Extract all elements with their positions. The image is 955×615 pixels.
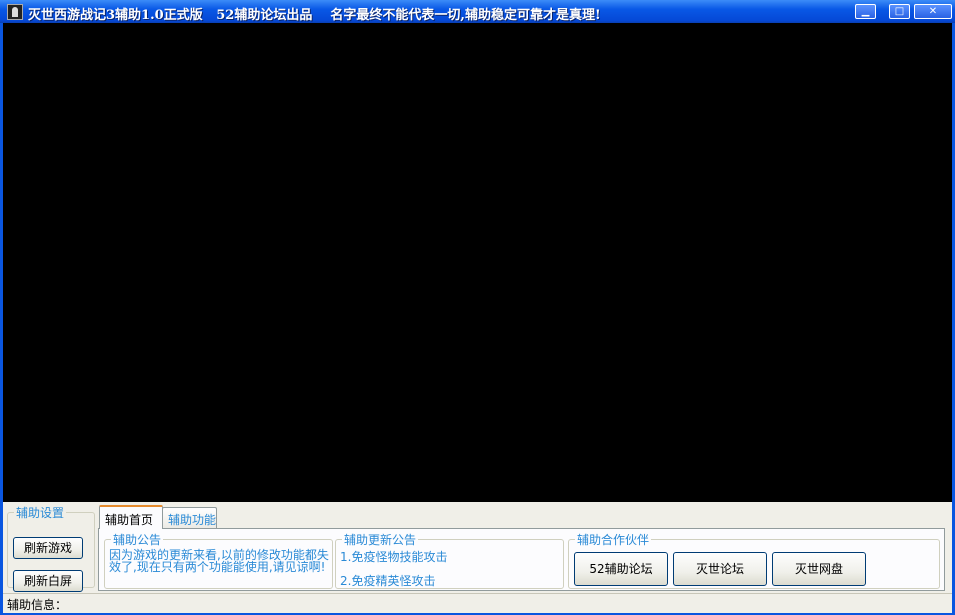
client-area: 辅助设置 刷新游戏 刷新白屏 辅助首页 辅助功能 辅助公告 因为游戏的更新来看,… bbox=[3, 23, 952, 613]
main-window: 灭世西游战记3辅助1.0正式版 52辅助论坛出品 名字最终不能代表一切,辅助稳定… bbox=[0, 0, 955, 615]
status-label: 辅助信息： bbox=[7, 598, 68, 612]
minimize-icon: ▁ bbox=[861, 6, 870, 17]
window-title: 灭世西游战记3辅助1.0正式版 52辅助论坛出品 名字最终不能代表一切,辅助稳定… bbox=[28, 8, 601, 23]
update-item: 1.免疫怪物技能攻击 bbox=[340, 550, 448, 564]
control-panel: 辅助设置 刷新游戏 刷新白屏 辅助首页 辅助功能 辅助公告 因为游戏的更新来看,… bbox=[3, 502, 952, 613]
refresh-game-button[interactable]: 刷新游戏 bbox=[13, 537, 83, 559]
partner-52-forum-button[interactable]: 52辅助论坛 bbox=[574, 552, 668, 586]
minimize-button[interactable]: ▁ bbox=[855, 4, 876, 19]
partner-mieshi-netdisk-button[interactable]: 灭世网盘 bbox=[772, 552, 866, 586]
partner-mieshi-forum-button[interactable]: 灭世论坛 bbox=[673, 552, 767, 586]
status-bar: 辅助信息： bbox=[3, 593, 952, 613]
notice-text: 因为游戏的更新来看,以前的修改功能都失效了,现在只有两个功能能使用,请见谅啊! bbox=[109, 548, 329, 574]
update-group-legend: 辅助更新公告 bbox=[344, 533, 417, 547]
close-icon: ✕ bbox=[928, 6, 938, 17]
notice-group: 辅助公告 因为游戏的更新来看,以前的修改功能都失效了,现在只有两个功能能使用,请… bbox=[104, 531, 333, 589]
settings-group: 辅助设置 刷新游戏 刷新白屏 bbox=[7, 504, 95, 592]
app-icon[interactable] bbox=[7, 4, 23, 20]
tab-panel-home: 辅助公告 因为游戏的更新来看,以前的修改功能都失效了,现在只有两个功能能使用,请… bbox=[98, 528, 945, 591]
maximize-button[interactable]: □ bbox=[889, 4, 910, 19]
close-button[interactable]: ✕ bbox=[914, 4, 952, 19]
game-viewport[interactable] bbox=[3, 23, 952, 502]
update-item: 2.免疫精英怪攻击 bbox=[340, 574, 436, 588]
update-group: 辅助更新公告 1.免疫怪物技能攻击 2.免疫精英怪攻击 bbox=[335, 531, 564, 589]
partner-group-legend: 辅助合作伙伴 bbox=[577, 533, 650, 547]
settings-group-legend: 辅助设置 bbox=[16, 506, 65, 520]
maximize-icon: □ bbox=[894, 6, 905, 17]
tab-home-label: 辅助首页 bbox=[105, 513, 154, 527]
tab-functions-label: 辅助功能 bbox=[168, 513, 217, 527]
tab-home[interactable]: 辅助首页 bbox=[99, 505, 163, 529]
tab-functions[interactable]: 辅助功能 bbox=[162, 507, 217, 528]
notice-group-legend: 辅助公告 bbox=[113, 533, 162, 547]
refresh-white-screen-button[interactable]: 刷新白屏 bbox=[13, 570, 83, 592]
title-bar[interactable]: 灭世西游战记3辅助1.0正式版 52辅助论坛出品 名字最终不能代表一切,辅助稳定… bbox=[0, 0, 955, 23]
partner-group: 辅助合作伙伴 52辅助论坛 灭世论坛 灭世网盘 bbox=[568, 531, 940, 589]
